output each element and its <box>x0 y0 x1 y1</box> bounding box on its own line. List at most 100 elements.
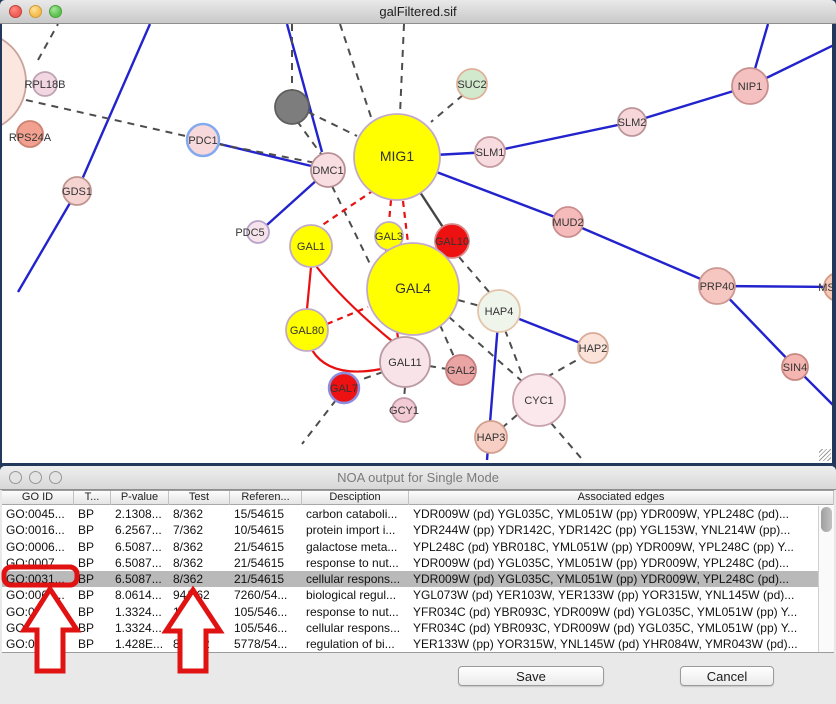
column-header-description[interactable]: Desciption <box>302 491 409 505</box>
cell-p-value: 6.5087... <box>111 539 169 555</box>
cell-description: regulation of bi... <box>302 636 409 652</box>
cell-description: cellular respons... <box>302 620 409 636</box>
cell-reference: 7260/54... <box>230 587 302 603</box>
node-label-PDC5: PDC5 <box>235 227 264 239</box>
edge-dash <box>357 372 383 381</box>
node-label-HAP4: HAP4 <box>485 306 514 318</box>
node-label-HAP3: HAP3 <box>477 432 506 444</box>
cell-test: 11/362 <box>169 620 230 636</box>
network-canvas[interactable]: RPL18BRPS24AGDS1PDC1MIG1DMC1SUC2SLM1SLM2… <box>2 24 832 463</box>
cell-associated-edges: YFR034C (pd) YBR093C, YDR009W (pd) YGL03… <box>409 604 818 620</box>
column-header-type[interactable]: T... <box>74 491 111 505</box>
network-titlebar[interactable]: galFiltered.sif <box>0 0 836 24</box>
edge-dash <box>429 366 447 369</box>
table-body: GO:0045...BP2.1308...8/36215/54615carbon… <box>2 506 818 652</box>
cell-p-value: 6.5087... <box>111 555 169 571</box>
cell-type: BP <box>74 539 111 555</box>
edge-blue <box>568 222 717 286</box>
cell-type: BP <box>74 620 111 636</box>
edge-dash <box>302 400 336 444</box>
node-label-PDC1: PDC1 <box>188 135 217 147</box>
column-header-go-id[interactable]: GO ID <box>2 491 74 505</box>
column-header-test[interactable]: Test <box>169 491 230 505</box>
cell-reference: 105/546... <box>230 604 302 620</box>
cell-description: response to nut... <box>302 604 409 620</box>
edge-dash <box>431 95 463 122</box>
cell-go-id: GO:0016... <box>2 522 74 538</box>
cell-p-value: 6.2567... <box>111 522 169 538</box>
cell-reference: 10/54615 <box>230 522 302 538</box>
node-label-SUC2: SUC2 <box>457 79 486 91</box>
node-label-GAL1: GAL1 <box>297 241 325 253</box>
cell-type: BP <box>74 522 111 538</box>
network-graph: RPL18BRPS24AGDS1PDC1MIG1DMC1SUC2SLM1SLM2… <box>2 24 832 463</box>
cell-associated-edges: YER133W (pp) YOR315W, YNL145W (pd) YHR08… <box>409 636 818 652</box>
cell-type: BP <box>74 506 111 522</box>
table-row[interactable]: GO:0007...BP6.5087...8/36221/54615respon… <box>2 555 818 571</box>
cell-reference: 21/54615 <box>230 555 302 571</box>
node-label-GAL11: GAL11 <box>388 357 421 369</box>
edge-dash <box>547 356 584 377</box>
node-label-DMC1: DMC1 <box>312 165 343 177</box>
cell-description: biological regul... <box>302 587 409 603</box>
edge-blue <box>77 24 150 191</box>
edge-dash <box>38 24 58 60</box>
table-row[interactable]: GO:0016...BP6.2567...7/36210/54615protei… <box>2 522 818 538</box>
edge-blue <box>18 191 77 292</box>
node-label-SLM2: SLM2 <box>618 117 647 129</box>
table-row[interactable]: GO:0031...BP1.3324...11/362105/546...cel… <box>2 620 818 636</box>
results-table: GO IDT...P-valueTestReferen...Desciption… <box>2 490 834 653</box>
table-row[interactable]: GO:0031...BP6.5087...8/36221/54615cellul… <box>2 571 818 587</box>
node-gray-node[interactable] <box>275 90 309 124</box>
cell-go-id: GO:0065... <box>2 587 74 603</box>
network-window-title: galFiltered.sif <box>0 0 836 24</box>
cell-type: BP <box>74 571 111 587</box>
node-label-GAL10: GAL10 <box>435 236 469 248</box>
table-row[interactable]: GO:0050...BP1.428E...80/3625778/54...reg… <box>2 636 818 652</box>
cell-p-value: 8.0614... <box>111 587 169 603</box>
node-big-node[interactable] <box>2 32 26 132</box>
table-row[interactable]: GO:0045...BP2.1308...8/36215/54615carbon… <box>2 506 818 522</box>
cell-description: galactose meta... <box>302 539 409 555</box>
node-label-PRP40: PRP40 <box>700 281 735 293</box>
cell-test: 7/362 <box>169 522 230 538</box>
node-label-RPS24A: RPS24A <box>9 132 52 144</box>
cell-p-value: 1.428E... <box>111 636 169 652</box>
cell-description: cellular respons... <box>302 571 409 587</box>
node-label-GAL2: GAL2 <box>447 365 475 377</box>
node-label-GAL7: GAL7 <box>330 383 358 395</box>
cell-test: 11/362 <box>169 604 230 620</box>
cell-p-value: 1.3324... <box>111 620 169 636</box>
column-header-associated-edges[interactable]: Associated edges <box>409 491 834 505</box>
edge-dash <box>340 24 372 120</box>
cell-reference: 5778/54... <box>230 636 302 652</box>
resize-grip-icon[interactable] <box>819 449 831 461</box>
edge-dash <box>551 423 581 458</box>
cell-associated-edges: YGL073W (pd) YER103W, YER133W (pp) YOR31… <box>409 587 818 603</box>
cancel-button[interactable]: Cancel <box>680 666 774 686</box>
cell-go-id: GO:0045... <box>2 506 74 522</box>
node-label-SLM1: SLM1 <box>476 147 505 159</box>
edge-reddash <box>389 200 391 222</box>
scrollbar-thumb[interactable] <box>821 507 832 532</box>
save-button[interactable]: Save <box>458 666 604 686</box>
table-row[interactable]: GO:0065...BP8.0614...94/3627260/54...bio… <box>2 587 818 603</box>
node-label-HAP2: HAP2 <box>579 343 608 355</box>
cell-test: 8/362 <box>169 506 230 522</box>
table-row[interactable]: GO:0031...BP1.3324...11/362105/546...res… <box>2 604 818 620</box>
column-header-reference[interactable]: Referen... <box>230 491 302 505</box>
cell-reference: 105/546... <box>230 620 302 636</box>
edge-dash <box>440 325 455 359</box>
node-label-GAL3: GAL3 <box>375 231 403 243</box>
cell-associated-edges: YFR034C (pd) YBR093C, YDR009W (pd) YGL03… <box>409 620 818 636</box>
edge-reddash <box>318 190 374 228</box>
cell-test: 8/362 <box>169 571 230 587</box>
node-label-RPL18B: RPL18B <box>25 79 66 91</box>
button-bar: Save Cancel <box>0 655 836 704</box>
noa-titlebar[interactable]: NOA output for Single Mode <box>0 466 836 490</box>
cell-test: 8/362 <box>169 555 230 571</box>
cell-description: carbon cataboli... <box>302 506 409 522</box>
table-row[interactable]: GO:0006...BP6.5087...8/36221/54615galact… <box>2 539 818 555</box>
column-header-p-value[interactable]: P-value <box>111 491 169 505</box>
vertical-scrollbar[interactable] <box>818 506 834 652</box>
